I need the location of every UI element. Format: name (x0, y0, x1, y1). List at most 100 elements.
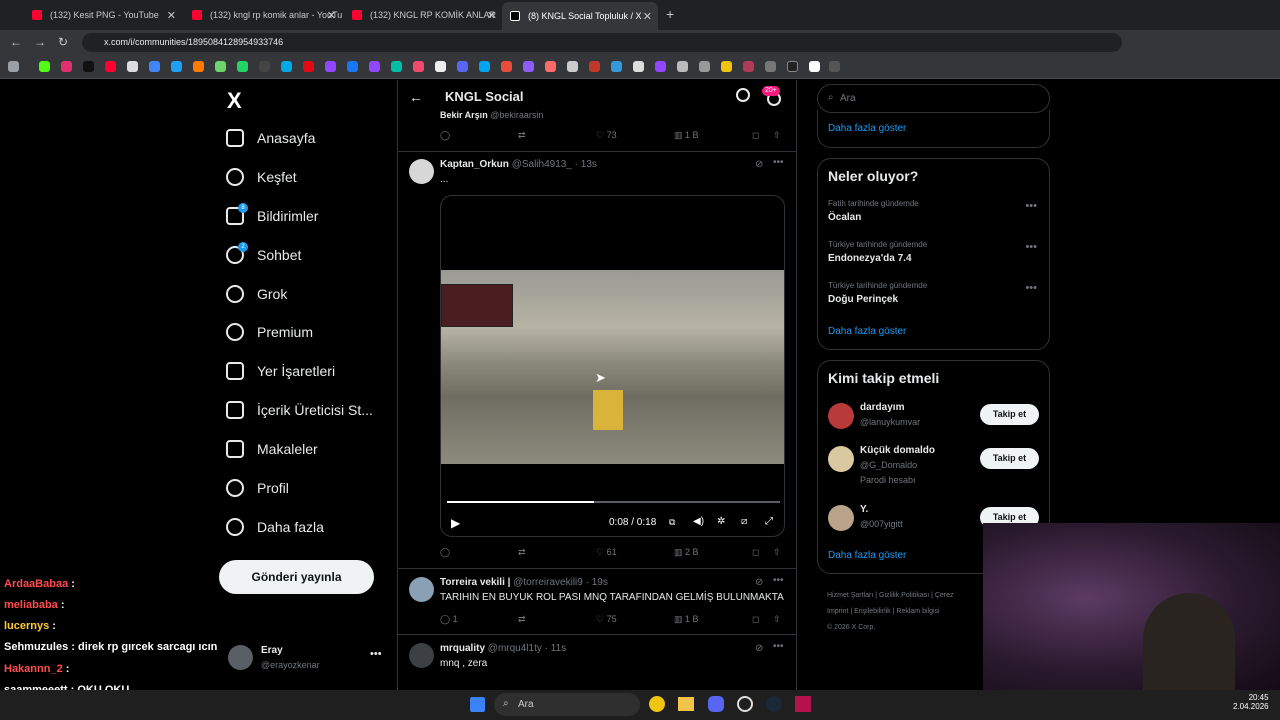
bookmark-icon[interactable] (303, 61, 314, 72)
bookmark-icon[interactable] (787, 61, 798, 72)
more-options-icon[interactable]: ••• (773, 641, 784, 652)
share-icon[interactable]: ⇧ (773, 614, 781, 625)
post-author[interactable]: mrquality (440, 643, 485, 654)
bookmark-icon[interactable] (369, 61, 380, 72)
follow-button[interactable]: Takip et (980, 404, 1039, 425)
like-button[interactable]: ♡ 73 (596, 130, 617, 141)
repost-icon[interactable]: ⇄ (518, 547, 526, 558)
search-icon[interactable] (736, 88, 750, 102)
volume-icon[interactable]: ◀) (693, 516, 704, 527)
grok-icon[interactable]: ⊘ (755, 159, 763, 170)
bookmark-icon[interactable] (545, 61, 556, 72)
bookmark-icon[interactable] (83, 61, 94, 72)
account-menu-icon[interactable]: ••• (370, 648, 382, 660)
more-options-icon[interactable]: ••• (773, 575, 784, 586)
steam-icon[interactable] (766, 696, 782, 712)
browser-tab-active[interactable]: (8) KNGL Social Topluluk / X ✕ (502, 2, 658, 30)
like-button[interactable]: ♡ 61 (596, 547, 617, 558)
footer-link[interactable]: Imprint (827, 608, 848, 615)
show-more-link[interactable]: Daha fazla göster (828, 326, 906, 337)
app-icon[interactable] (737, 696, 753, 712)
bookmark-icon[interactable]: ◻ (752, 614, 759, 625)
back-icon[interactable]: ← (10, 35, 22, 49)
show-more-link[interactable]: Daha fazla göster (828, 123, 906, 134)
search-input[interactable]: ⌕ Ara (817, 84, 1050, 113)
share-icon[interactable]: ⇧ (773, 547, 781, 558)
apps-icon[interactable] (8, 61, 19, 72)
avatar[interactable] (409, 577, 434, 602)
bookmark-icon[interactable] (721, 61, 732, 72)
video-player[interactable]: ➤ ▶ 0:08 / 0:18 ⧉ ◀) ✲ ⧄ ⤢ (440, 195, 785, 537)
settings-icon[interactable]: ✲ (717, 516, 725, 527)
more-options-icon[interactable]: ••• (773, 157, 784, 168)
pip-icon[interactable]: ⧄ (741, 516, 747, 527)
bookmark-icon[interactable] (677, 61, 688, 72)
nav-more[interactable]: Daha fazla (226, 515, 324, 539)
bookmark-icon[interactable] (479, 61, 490, 72)
nav-profile[interactable]: Profil (226, 476, 289, 500)
footer-link[interactable]: Çerez (935, 592, 954, 599)
follow-button[interactable]: Takip et (980, 448, 1039, 469)
repost-icon[interactable]: ⇄ (518, 130, 526, 141)
discord-icon[interactable] (708, 696, 724, 712)
footer-link[interactable]: Gizlilik Politikası (879, 592, 929, 599)
bookmark-icon[interactable] (127, 61, 138, 72)
bookmark-icon[interactable] (743, 61, 754, 72)
show-more-link[interactable]: Daha fazla göster (828, 550, 906, 561)
bookmark-icon[interactable] (589, 61, 600, 72)
close-icon[interactable]: ✕ (487, 9, 496, 22)
app-icon[interactable] (795, 696, 811, 712)
bookmark-icon[interactable] (699, 61, 710, 72)
bookmark-icon[interactable] (347, 61, 358, 72)
bookmark-icon[interactable]: ◻ (752, 547, 759, 558)
trend-item[interactable]: Endonezya'da 7.4 (828, 253, 912, 264)
avatar[interactable] (228, 645, 253, 670)
back-arrow-icon[interactable]: ← (409, 89, 423, 105)
trend-item[interactable]: Öcalan (828, 212, 861, 223)
clock[interactable]: 20:45 2.04.2026 (1233, 693, 1269, 711)
browser-tab[interactable]: (132) kngl rp komik anlar - YouTube ✕ (184, 4, 342, 26)
bookmark-icon[interactable] (809, 61, 820, 72)
repost-icon[interactable]: ⇄ (518, 614, 526, 625)
reply-icon[interactable]: ◯ (440, 130, 450, 141)
bookmark-icon[interactable] (105, 61, 116, 72)
views-count[interactable]: ▥ 1 B (674, 614, 699, 625)
browser-tab[interactable]: (132) KNGL RP KOMİK ANLAR ✕ (344, 4, 502, 26)
reload-icon[interactable]: ↻ (58, 35, 68, 49)
more-options-icon[interactable]: ••• (1025, 241, 1037, 253)
suggest-name[interactable]: dardayım (860, 402, 904, 413)
close-icon[interactable]: ✕ (643, 10, 652, 23)
bookmark-icon[interactable] (193, 61, 204, 72)
avatar[interactable] (409, 643, 434, 668)
bookmark-icon[interactable] (61, 61, 72, 72)
nav-explore[interactable]: Keşfet (226, 165, 297, 189)
avatar[interactable] (409, 159, 434, 184)
bookmark-icon[interactable] (391, 61, 402, 72)
bookmark-icon[interactable] (501, 61, 512, 72)
nav-premium[interactable]: Premium (226, 320, 313, 344)
video-progress-track[interactable] (447, 501, 780, 503)
bookmark-icon[interactable] (171, 61, 182, 72)
bookmark-icon[interactable] (633, 61, 644, 72)
post-handle[interactable]: @mrqu4l1ty (488, 643, 542, 654)
bookmark-icon[interactable] (39, 61, 50, 72)
more-options-icon[interactable]: ••• (1025, 282, 1037, 294)
suggest-name[interactable]: Y. (860, 504, 868, 515)
bookmark-icon[interactable]: ◻ (752, 130, 759, 141)
chrome-icon[interactable] (649, 696, 665, 712)
url-input[interactable]: x.com/i/communities/1895084128954933746 (82, 33, 1122, 52)
bookmark-icon[interactable] (765, 61, 776, 72)
taskbar-search[interactable]: ⌕ Ara (494, 693, 640, 716)
folder-icon[interactable] (678, 697, 694, 711)
windows-start-icon[interactable] (470, 697, 485, 712)
avatar[interactable] (828, 505, 854, 531)
new-tab-button[interactable]: + (666, 6, 674, 22)
bookmark-icon[interactable] (435, 61, 446, 72)
play-icon[interactable]: ▶ (451, 516, 460, 530)
bookmark-icon[interactable] (655, 61, 666, 72)
nav-grok[interactable]: Grok (226, 282, 287, 306)
footer-link[interactable]: Erişilebilirlik (854, 608, 891, 615)
nav-bookmarks[interactable]: Yer İşaretleri (226, 359, 335, 383)
bookmark-icon[interactable] (829, 61, 840, 72)
share-icon[interactable]: ⇧ (773, 130, 781, 141)
